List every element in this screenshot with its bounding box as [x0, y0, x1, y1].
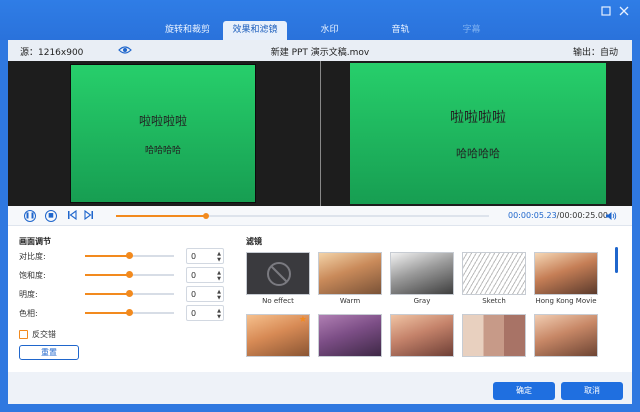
down-arrow-icon[interactable]: ▼	[217, 276, 221, 282]
preview-text-line1: 啦啦啦啦	[138, 113, 187, 128]
filter-item[interactable]	[534, 314, 598, 359]
title-bar: 旋转和裁剪 效果和滤镜 水印 音轨 字幕	[0, 0, 640, 40]
filter-thumbnail	[462, 252, 526, 295]
filter-label: No effect	[262, 297, 294, 305]
tab-effects-filters[interactable]: 效果和滤镜	[223, 21, 287, 40]
filter-thumbnail	[318, 252, 382, 295]
volume-icon[interactable]	[605, 211, 617, 224]
filter-item[interactable]	[462, 314, 526, 359]
slider-fill	[85, 255, 130, 257]
filter-section-title: 滤镜	[246, 237, 262, 246]
brightness-row: 明度: 0 ▲ ▼	[19, 286, 229, 302]
output-setting: 输出：自动	[572, 48, 618, 58]
seek-handle[interactable]	[202, 213, 209, 219]
tab-subtitle[interactable]: 字幕	[436, 21, 507, 40]
filter-label: Gray	[413, 297, 431, 305]
brightness-stepper[interactable]: 0 ▲ ▼	[186, 286, 224, 302]
contrast-value: 0	[191, 252, 197, 261]
reset-button[interactable]: 重置	[19, 345, 79, 360]
current-time: 00:00:05.23	[508, 211, 557, 220]
saturation-label: 饱和度:	[19, 271, 46, 280]
filter-thumbnail	[318, 314, 382, 357]
contrast-row: 对比度: 0 ▲ ▼	[19, 248, 229, 264]
pause-button[interactable]: ❚❚	[24, 210, 36, 222]
info-bar: 源：1216x900 新建 PPT 演示文稿.mov 输出：自动	[8, 40, 632, 61]
filter-thumbnail	[462, 314, 526, 357]
tab-audio[interactable]: 音轨	[365, 21, 436, 40]
brightness-value: 0	[191, 290, 197, 299]
down-arrow-icon[interactable]: ▼	[217, 314, 221, 320]
preview-text-line2: 哈哈哈哈	[144, 145, 181, 156]
filter-thumbnail	[390, 314, 454, 357]
preview-stage: 啦啦啦啦 哈哈哈哈 啦啦啦啦 哈哈哈哈	[8, 61, 632, 206]
filter-thumbnail	[390, 252, 454, 295]
slider-fill	[85, 293, 130, 295]
contrast-stepper[interactable]: 0 ▲ ▼	[186, 248, 224, 264]
contrast-label: 对比度:	[19, 252, 46, 261]
confirm-button[interactable]: 确定	[493, 382, 555, 400]
hue-slider-handle[interactable]	[126, 309, 133, 316]
filter-thumbnail	[246, 252, 310, 295]
hue-row: 色相: 0 ▲ ▼	[19, 305, 229, 321]
filter-item[interactable]: ★	[246, 314, 310, 359]
hue-value: 0	[191, 309, 197, 318]
seek-progress	[116, 215, 206, 217]
deinterlace-checkbox[interactable]: 反交错	[19, 329, 56, 340]
saturation-stepper[interactable]: 0 ▲ ▼	[186, 267, 224, 283]
saturation-value: 0	[191, 271, 197, 280]
close-icon[interactable]	[618, 6, 630, 18]
filter-thumbnail: ★	[246, 314, 310, 357]
total-time: /00:00:25.00	[556, 211, 609, 220]
brightness-slider-handle[interactable]	[126, 290, 133, 297]
preview-text-line2: 哈哈哈哈	[456, 146, 500, 160]
tab-rotate-crop[interactable]: 旋转和裁剪	[152, 21, 223, 40]
cancel-button[interactable]: 取消	[561, 382, 623, 400]
player-bar: ❚❚ ■ 00:00:05.23/00:00:25.00	[8, 206, 632, 226]
saturation-slider-handle[interactable]	[126, 271, 133, 278]
tab-watermark[interactable]: 水印	[294, 21, 365, 40]
filter-item[interactable]	[318, 314, 382, 359]
checkbox-box[interactable]	[19, 330, 28, 339]
hue-stepper[interactable]: 0 ▲ ▼	[186, 305, 224, 321]
contrast-slider-handle[interactable]	[126, 252, 133, 259]
time-display: 00:00:05.23/00:00:25.00	[508, 211, 608, 220]
filter-label: Sketch	[482, 297, 506, 305]
previous-icon[interactable]	[66, 209, 78, 222]
saturation-row: 饱和度: 0 ▲ ▼	[19, 267, 229, 283]
original-preview: 啦啦啦啦 哈哈哈哈	[70, 64, 256, 203]
filter-no-effect[interactable]: No effect	[246, 252, 310, 305]
down-arrow-icon[interactable]: ▼	[217, 295, 221, 301]
file-name: 新建 PPT 演示文稿.mov	[270, 48, 370, 58]
maximize-icon[interactable]	[600, 6, 612, 18]
filter-sketch[interactable]: Sketch	[462, 252, 526, 305]
preview-text-line1: 啦啦啦啦	[450, 109, 506, 126]
hue-label: 色相:	[19, 309, 38, 318]
filter-grid: No effect Warm Gray Sketch Hong Kong Mov…	[246, 252, 606, 357]
filter-gray[interactable]: Gray	[390, 252, 454, 305]
filter-hong-kong-movie[interactable]: Hong Kong Movie	[534, 252, 598, 305]
star-icon: ★	[298, 315, 307, 325]
slider-fill	[85, 274, 130, 276]
dialog-footer: 确定 取消	[8, 372, 632, 404]
down-arrow-icon[interactable]: ▼	[217, 257, 221, 263]
filter-scrollbar[interactable]	[615, 247, 618, 273]
filter-item[interactable]	[390, 314, 454, 359]
stop-button[interactable]: ■	[45, 210, 57, 222]
tab-bar: 旋转和裁剪 效果和滤镜 水印 音轨 字幕	[152, 21, 507, 40]
filter-thumbnail	[534, 252, 598, 295]
adjust-section-title: 画面调节	[19, 237, 51, 246]
deinterlace-label: 反交错	[32, 330, 56, 339]
filter-warm[interactable]: Warm	[318, 252, 382, 305]
preview-divider	[320, 61, 321, 206]
no-effect-icon	[267, 262, 291, 286]
filter-thumbnail	[534, 314, 598, 357]
slider-fill	[85, 312, 130, 314]
seek-bar[interactable]	[116, 213, 489, 219]
next-icon[interactable]	[83, 209, 95, 222]
brightness-label: 明度:	[19, 290, 38, 299]
filter-label: Hong Kong Movie	[535, 297, 597, 305]
output-preview: 啦啦啦啦 哈哈哈哈	[350, 63, 606, 204]
filter-label: Warm	[339, 297, 361, 305]
editor-panel: 源：1216x900 新建 PPT 演示文稿.mov 输出：自动 啦啦啦啦 哈哈…	[8, 40, 632, 404]
